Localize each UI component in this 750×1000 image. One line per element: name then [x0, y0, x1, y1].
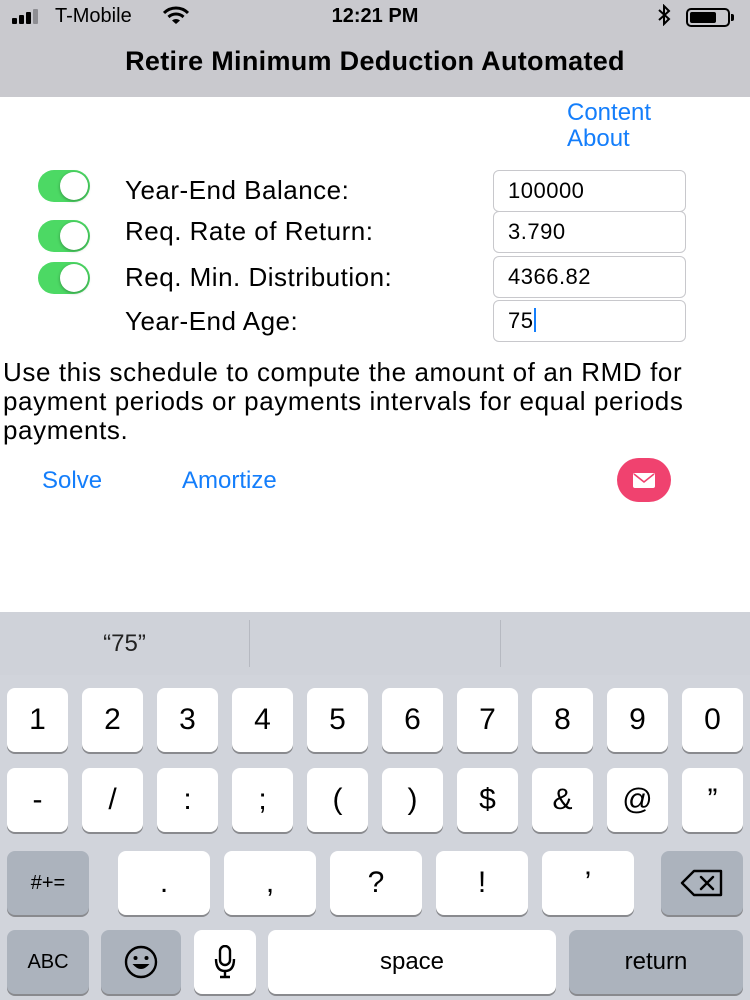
about-link[interactable]: About	[567, 125, 630, 153]
key[interactable]: 5	[307, 688, 368, 752]
key[interactable]: 3	[157, 688, 218, 752]
status-bar: T-Mobile 12:21 PM	[0, 0, 750, 34]
abc-key[interactable]: ABC	[7, 930, 89, 994]
text-cursor	[534, 308, 537, 332]
key[interactable]: ,	[224, 851, 316, 915]
key[interactable]: -	[7, 768, 68, 832]
keyboard: “75” 1 2 3 4 5 6 7 8 9 0 - / : ; ( ) $ &…	[0, 612, 750, 1000]
key[interactable]: 6	[382, 688, 443, 752]
return-key[interactable]: return	[569, 930, 743, 994]
distribution-toggle[interactable]	[38, 262, 90, 294]
distribution-label: Req. Min. Distribution:	[125, 262, 393, 292]
suggestion-empty[interactable]	[250, 612, 500, 675]
mail-button[interactable]	[617, 458, 671, 502]
nav-title: Retire Minimum Deduction Automated	[125, 46, 625, 76]
key[interactable]: 9	[607, 688, 668, 752]
suggestion-bar: “75”	[0, 612, 750, 675]
key[interactable]: ;	[232, 768, 293, 832]
key[interactable]: :	[157, 768, 218, 832]
microphone-icon	[214, 945, 236, 979]
key[interactable]: 4	[232, 688, 293, 752]
key[interactable]: (	[307, 768, 368, 832]
bluetooth-icon	[657, 3, 671, 32]
solve-button[interactable]: Solve	[42, 467, 102, 495]
key[interactable]: 1	[7, 688, 68, 752]
key[interactable]: ?	[330, 851, 422, 915]
key[interactable]: 7	[457, 688, 518, 752]
key[interactable]: $	[457, 768, 518, 832]
description-text: Use this schedule to compute the amount …	[3, 357, 684, 445]
dictation-key[interactable]	[194, 930, 256, 994]
emoji-key[interactable]	[101, 930, 181, 994]
balance-input[interactable]: 100000	[493, 170, 686, 212]
key[interactable]: /	[82, 768, 143, 832]
key[interactable]: 0	[682, 688, 743, 752]
key[interactable]: 2	[82, 688, 143, 752]
backspace-icon	[680, 869, 723, 897]
rate-toggle[interactable]	[38, 220, 90, 252]
key[interactable]: ”	[682, 768, 743, 832]
key[interactable]: ’	[542, 851, 634, 915]
emoji-icon	[124, 945, 158, 979]
key[interactable]: !	[436, 851, 528, 915]
suggestion-item[interactable]: “75”	[0, 612, 249, 675]
distribution-input[interactable]: 4366.82	[493, 256, 686, 298]
clock: 12:21 PM	[331, 5, 419, 27]
key[interactable]: 8	[532, 688, 593, 752]
content-link[interactable]: Content	[567, 99, 651, 127]
age-value: 75	[508, 308, 534, 333]
balance-label: Year-End Balance:	[125, 175, 350, 205]
space-key[interactable]: space	[268, 930, 556, 994]
battery-icon	[686, 8, 734, 27]
top-bar: T-Mobile 12:21 PM Retire Minimum Deducti…	[0, 0, 750, 97]
mail-icon	[633, 472, 655, 488]
more-symbols-key[interactable]: #+=	[7, 851, 89, 915]
delete-key[interactable]	[661, 851, 743, 915]
amortize-button[interactable]: Amortize	[182, 467, 277, 495]
key[interactable]: @	[607, 768, 668, 832]
balance-toggle[interactable]	[38, 170, 90, 202]
key[interactable]: )	[382, 768, 443, 832]
rate-input[interactable]: 3.790	[493, 211, 686, 253]
age-label: Year-End Age:	[125, 306, 299, 336]
key[interactable]: .	[118, 851, 210, 915]
rate-label: Req. Rate of Return:	[125, 216, 374, 246]
age-input[interactable]: 75	[493, 300, 686, 342]
suggestion-empty[interactable]	[501, 612, 750, 675]
key[interactable]: &	[532, 768, 593, 832]
